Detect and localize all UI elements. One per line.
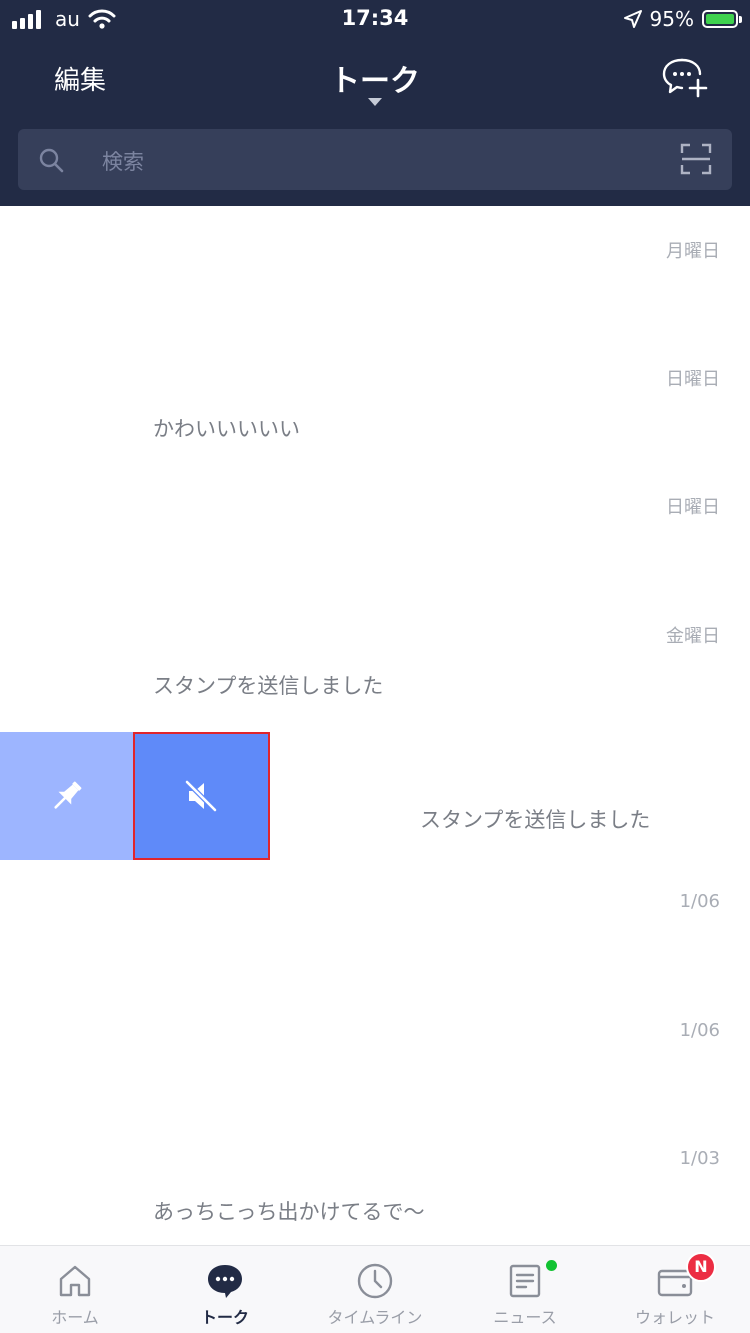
chat-list: 月曜日 日曜日 かわいいいいい 日曜日 金曜日 スタンプを送信しました スタンプ… [0,206,750,1245]
tab-label: タイムライン [327,1308,423,1327]
chat-list-item[interactable]: 日曜日 かわいいいいい [0,334,750,462]
tab-label: ニュース [493,1308,557,1327]
location-arrow-icon [623,10,642,28]
talk-title-dropdown[interactable]: トーク [275,56,475,106]
chat-list-item[interactable]: 日曜日 [0,462,750,590]
chat-list-item[interactable]: 月曜日 [0,206,750,334]
chat-list-item[interactable]: 金曜日 スタンプを送信しました [0,591,750,719]
tab-wallet[interactable]: N ウォレット [600,1246,750,1333]
swiped-chat-row[interactable]: スタンプを送信しました [0,732,750,860]
mute-button[interactable] [133,732,270,860]
caret-down-icon [368,98,382,106]
tab-timeline[interactable]: タイムライン [300,1246,450,1333]
chat-timestamp: 月曜日 [666,241,720,262]
tab-label: トーク [200,1308,249,1327]
battery-percent: 95% [649,7,694,31]
tab-news[interactable]: ニュース [450,1246,600,1333]
page-title: トーク [330,64,420,99]
chat-preview: スタンプを送信しました [420,808,651,832]
search-input[interactable]: 検索 [18,129,732,190]
notification-badge: N [686,1252,716,1282]
qr-scan-icon[interactable] [680,143,712,175]
chat-timestamp: 金曜日 [666,626,720,647]
chat-preview: かわいいいいい [153,417,300,441]
chat-timestamp: 1/03 [679,1148,720,1169]
search-placeholder: 検索 [102,150,144,174]
chat-icon [208,1265,242,1298]
chat-preview: スタンプを送信しました [153,674,384,698]
chat-list-item[interactable]: 1/06 [0,989,750,1117]
edit-button[interactable]: 編集 [54,60,106,97]
home-icon [59,1265,91,1297]
chat-timestamp: 1/06 [679,1020,720,1041]
status-bar: au 17:34 95% [0,0,750,40]
tab-label: ホーム [51,1308,99,1327]
chat-timestamp: 日曜日 [666,369,720,390]
tab-talk[interactable]: トーク [150,1246,300,1333]
clock-icon [357,1263,393,1299]
pin-icon [53,781,81,809]
status-right: 95% [623,6,742,32]
chat-preview: あっちこっち出かけてるで〜 [153,1200,425,1224]
tab-home[interactable]: ホーム [0,1246,150,1333]
new-chat-icon[interactable] [660,56,710,100]
chat-list-item[interactable]: 1/03 あっちこっち出かけてるで〜 [0,1117,750,1245]
chat-list-item[interactable]: 1/06 [0,860,750,988]
bottom-tab-bar: ホーム トーク タイムライン ニュース N ウォレット [0,1245,750,1333]
news-icon [509,1264,541,1298]
chat-timestamp: 1/06 [679,891,720,912]
top-header: au 17:34 95% 編集 トーク 検索 [0,0,750,206]
search-icon [39,148,64,173]
battery-icon [702,10,742,28]
news-unread-dot [546,1260,557,1271]
chat-timestamp: 日曜日 [666,497,720,518]
mute-icon [184,780,217,812]
tab-label: ウォレット [634,1308,715,1327]
pin-button[interactable] [0,732,133,860]
